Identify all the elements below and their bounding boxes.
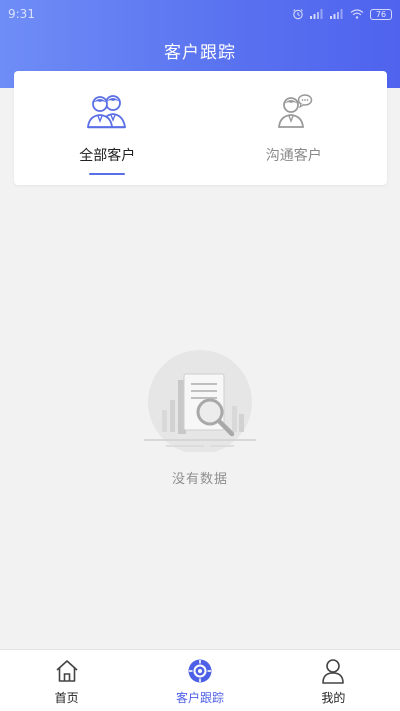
nav-mine[interactable]: 我的 xyxy=(267,650,400,711)
status-time: 9:31 xyxy=(8,7,35,21)
bottom-nav: 首页 客户跟踪 我的 xyxy=(0,649,400,711)
home-icon xyxy=(54,658,80,684)
nav-label: 首页 xyxy=(54,691,79,705)
tab-active-indicator xyxy=(89,173,126,175)
tab-all-customers[interactable]: 全部客户 xyxy=(14,71,201,185)
tab-label: 沟通客户 xyxy=(265,148,322,164)
no-data-document-search-icon xyxy=(144,348,256,456)
wifi-icon xyxy=(350,9,364,19)
screen: 9:31 76 客户跟踪 全部客户 沟通客户 没有数据 首页 客户跟踪 我的 xyxy=(0,0,400,711)
battery-icon: 76 xyxy=(370,8,392,20)
nav-label: 我的 xyxy=(321,691,346,705)
customers-group-icon xyxy=(85,91,129,131)
alarm-icon xyxy=(292,8,304,20)
signal-icon xyxy=(330,9,344,19)
tab-label: 全部客户 xyxy=(79,148,136,164)
empty-state-label: 没有数据 xyxy=(171,472,228,487)
nav-customer-tracking[interactable]: 客户跟踪 xyxy=(133,650,266,711)
tab-card: 全部客户 沟通客户 xyxy=(14,71,387,185)
nav-home[interactable]: 首页 xyxy=(0,650,133,711)
user-icon xyxy=(321,658,345,684)
signal-icon xyxy=(310,9,324,19)
empty-state: 没有数据 xyxy=(0,348,400,487)
status-icons: 76 xyxy=(292,8,392,20)
customer-chat-icon xyxy=(274,91,314,131)
page-title: 客户跟踪 xyxy=(164,43,236,63)
tab-communicated-customers[interactable]: 沟通客户 xyxy=(201,71,388,185)
nav-label: 客户跟踪 xyxy=(175,691,224,705)
compass-icon xyxy=(187,658,213,684)
status-bar: 9:31 76 xyxy=(0,0,400,28)
